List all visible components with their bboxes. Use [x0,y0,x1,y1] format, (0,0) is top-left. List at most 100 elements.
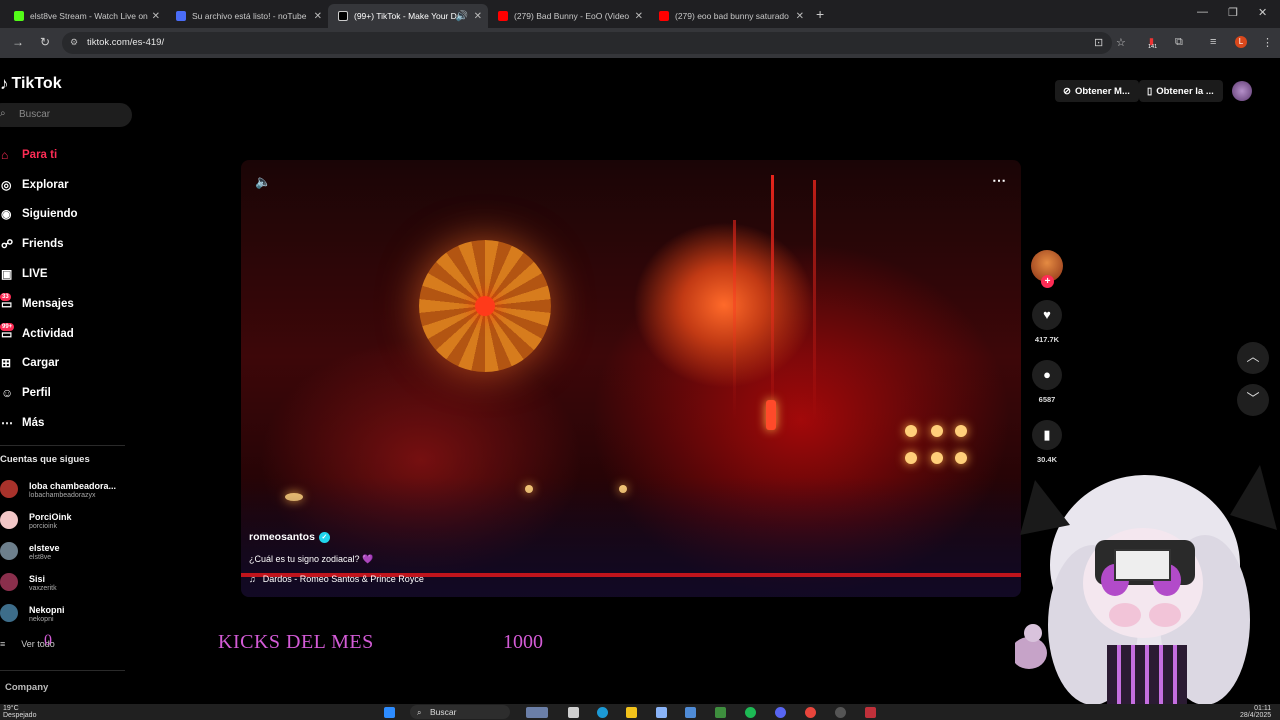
sidebar-item-mensajes[interactable]: ▭ 33 Mensajes [0,289,130,319]
video-author[interactable]: romeosantos ✓ [249,531,330,543]
comment-icon: ● [1032,360,1062,390]
browser-tab-active[interactable]: (99+) TikTok - Make Your Da 🔊 ✕ [328,4,488,28]
url-field[interactable]: ⚙ tiktok.com/es-419/ [62,32,1112,54]
stage-light-beam [813,180,816,420]
minecraft-icon[interactable] [715,707,726,718]
tab-title: (279) Bad Bunny - EoO (Video [514,11,630,21]
app-icon[interactable] [865,707,876,718]
following-account[interactable]: elsteve elst8ve [0,541,130,571]
close-window-icon[interactable]: ✕ [1258,6,1267,19]
account-handle: porcioink [29,523,58,530]
get-coins-button[interactable]: ⊘ Obtener M... [1055,80,1139,102]
menu-icon[interactable]: ⋮ [1262,36,1273,49]
like-action[interactable]: ♥ 417.7K [1030,300,1064,344]
restore-icon[interactable]: ❐ [1228,6,1238,19]
sidebar-item-actividad[interactable]: ▭ 99+ Actividad [0,319,130,349]
author-name: romeosantos [249,531,315,543]
site-info-icon[interactable]: ⚙ [70,37,78,48]
get-app-button[interactable]: ▯ Obtener la ... [1139,80,1223,102]
sidebar-item-friends[interactable]: ☍ Friends [0,229,130,259]
video-player[interactable]: 🔈 ⋯ romeosantos ✓ ¿Cuál es tu signo zodi… [241,160,1021,597]
close-tab-icon[interactable]: ✕ [152,11,160,22]
coin-icon: ⊘ [1063,85,1071,97]
extensions-icon[interactable]: ⧉ [1175,36,1183,49]
widgets-icon[interactable] [526,707,548,718]
browser-tab[interactable]: Su archivo está listo! - noTube ✕ [166,4,328,28]
user-avatar[interactable] [1232,81,1252,101]
account-handle: vaxzeritk [29,585,57,592]
follow-plus-icon[interactable]: + [1041,275,1054,288]
sidebar-item-para-ti[interactable]: ⌂ Para ti [0,140,130,170]
translate-icon[interactable]: ⊡ [1094,36,1103,49]
speaker-icon[interactable]: 🔊 [456,11,468,22]
following-account[interactable]: PorciOink porcioink [0,510,130,540]
close-tab-icon[interactable]: ✕ [474,11,482,22]
close-tab-icon[interactable]: ✕ [635,11,643,22]
close-tab-icon[interactable]: ✕ [796,11,804,22]
sidebar-item-label: Para ti [22,148,58,161]
sidebar-item-cargar[interactable]: ⊞ Cargar [0,349,130,379]
sidebar-item-label: Cargar [22,357,60,370]
friends-icon: ☍ [1,237,14,252]
forward-icon[interactable]: → [12,35,24,49]
media-control-icon[interactable]: ≡ [1210,36,1216,48]
browser-tab[interactable]: (279) eoo bad bunny saturado ✕ [649,4,810,28]
reload-icon[interactable]: ↻ [40,35,50,49]
video-actions: + ♥ 417.7K ● 6587 ▮ 30.4K [1030,250,1064,464]
following-account[interactable]: Nekopni nekopni [0,603,130,633]
kicks-label: KICKS DEL MES [218,631,374,653]
calculator-icon[interactable] [656,707,667,718]
weather-widget[interactable]: 19°C Despejado [3,705,36,719]
minimize-icon[interactable]: — [1197,6,1208,18]
task-view-icon[interactable] [568,707,579,718]
sidebar-divider [0,670,125,671]
previous-video-button[interactable]: ︿ [1237,342,1269,374]
sidebar-item-siguiendo[interactable]: ◉ Siguiendo [0,200,130,230]
profile-avatar[interactable]: L [1235,36,1247,48]
close-tab-icon[interactable]: ✕ [314,11,322,22]
store-icon[interactable] [685,707,696,718]
new-tab-icon[interactable]: + [816,6,824,22]
weather-condition: Despejado [3,712,37,719]
system-clock[interactable]: 01:11 28/4/2025 [1240,705,1271,719]
address-bar-row: → ↻ ⚙ tiktok.com/es-419/ ⊡ ☆ ▮ 141 ⧉ ≡ L… [0,28,1280,58]
account-name: loba chambeadora... [29,481,117,491]
next-video-button[interactable]: ﹀ [1237,384,1269,416]
video-caption: ¿Cuál es tu signo zodiacal? 💜 [249,554,374,564]
windows-start-icon[interactable] [384,707,395,718]
sidebar-divider [0,445,125,446]
search-input[interactable]: ⌕ Buscar [0,103,132,127]
browser-tab-bar: elst8ve Stream - Watch Live on ✕ Su arch… [0,0,1280,28]
logo-text: TikTok [11,75,62,92]
sidebar-item-mas[interactable]: ⋯ Más [0,408,130,438]
following-account[interactable]: loba chambeadora... lobachambeadorazyx [0,479,130,509]
more-options-icon[interactable]: ⋯ [992,172,1007,189]
company-link[interactable]: Company [5,682,48,693]
sidebar-item-explorar[interactable]: ◎ Explorar [0,170,130,200]
sidebar-item-label: Actividad [22,327,74,340]
browser-tab[interactable]: elst8ve Stream - Watch Live on ✕ [4,4,166,28]
tiktok-logo[interactable]: ♪ TikTok [0,74,62,94]
sidebar-item-perfil[interactable]: ☺ Perfil [0,378,130,408]
obs-icon[interactable] [835,707,846,718]
sidebar-item-label: Friends [22,238,64,251]
chrome-icon[interactable] [805,707,816,718]
file-explorer-icon[interactable] [626,707,637,718]
sidebar-item-live[interactable]: ▣ LIVE [0,259,130,289]
comment-action[interactable]: ● 6587 [1030,360,1064,404]
sidebar-item-label: Mensajes [22,297,74,310]
search-icon: ⌕ [0,108,6,119]
bookmark-star-icon[interactable]: ☆ [1116,36,1126,49]
tiktok-note-icon: ♪ [0,74,9,93]
edge-icon[interactable] [597,707,608,718]
creator-avatar[interactable]: + [1031,250,1063,288]
browser-tab[interactable]: (279) Bad Bunny - EoO (Video ✕ [488,4,649,28]
following-account[interactable]: Sisi vaxzeritk [0,572,130,602]
tab-title: (279) eoo bad bunny saturado [675,11,789,21]
discord-icon[interactable] [775,707,786,718]
spotify-icon[interactable] [745,707,756,718]
vtuber-avatar-image [1015,465,1277,720]
video-sound[interactable]: ♫ Dardos - Romeo Santos & Prince Royce [249,574,424,584]
chevron-down-icon: ﹀ [1246,391,1260,406]
volume-icon[interactable]: 🔈 [255,174,271,190]
